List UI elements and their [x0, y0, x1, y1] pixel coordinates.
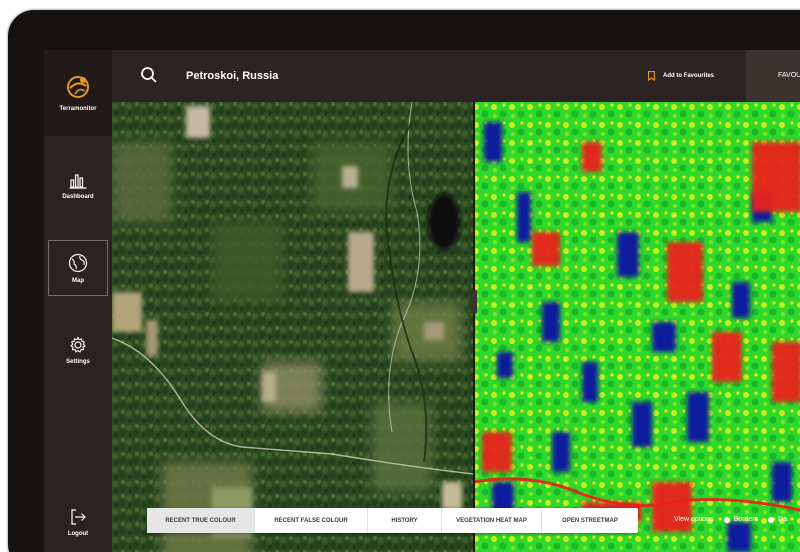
compare-slider-handle[interactable] — [471, 290, 477, 314]
app-screen: Terramonitor Dashboard Map Settings Logo… — [44, 50, 800, 552]
location-title: Petroskoi, Russia — [186, 70, 279, 82]
tab-vegetation-heat-map[interactable]: VEGETATION HEAT MAP — [442, 508, 542, 533]
laptop-bezel: Terramonitor Dashboard Map Settings Logo… — [8, 10, 800, 552]
globe-icon — [68, 253, 88, 272]
logout-icon — [71, 508, 86, 525]
sidebar-item-label: Logout — [67, 530, 89, 537]
tab-recent-true-colour[interactable]: RECENT TRUE COLOUR — [147, 508, 255, 533]
sidebar-item-dashboard[interactable]: Dashboard — [48, 158, 108, 214]
bookmark-icon — [648, 71, 655, 81]
compare-slider-line[interactable] — [473, 102, 475, 552]
tab-recent-false-colour[interactable]: RECENT FALSE COLOUR — [255, 508, 368, 533]
terramonitor-logo-icon — [67, 76, 89, 98]
brand[interactable]: Terramonitor — [44, 50, 112, 136]
sidebar-item-settings[interactable]: Settings — [48, 322, 108, 378]
map-view[interactable] — [112, 102, 800, 552]
gear-icon — [70, 335, 86, 353]
option-radio[interactable] — [768, 516, 775, 523]
borders-radio[interactable] — [723, 516, 730, 523]
sidebar: Terramonitor Dashboard Map Settings Logo… — [44, 50, 112, 552]
sidebar-item-label: Dashboard — [62, 193, 94, 200]
tab-open-streetmap[interactable]: OPEN STREETMAP — [542, 508, 638, 533]
vegetation-heat-layer — [473, 102, 800, 552]
view-options: View options Borders Da — [674, 516, 787, 523]
brand-name: Terramonitor — [59, 106, 97, 112]
search-icon[interactable] — [140, 66, 158, 84]
map-layer-tabs: RECENT TRUE COLOUR RECENT FALSE COLOUR H… — [147, 508, 638, 533]
sidebar-item-label: Map — [72, 277, 84, 284]
tab-history[interactable]: HISTORY — [368, 508, 442, 533]
sidebar-item-label: Settings — [66, 358, 90, 365]
option-borders-label[interactable]: Borders — [734, 516, 759, 523]
top-bar: Petroskoi, Russia Add to Favourites FAVO… — [112, 50, 800, 102]
view-options-label: View options — [674, 516, 714, 523]
sidebar-item-logout[interactable]: Logout — [48, 494, 108, 550]
bar-chart-icon — [69, 173, 87, 189]
favourites-tab[interactable]: FAVOURI — [746, 50, 800, 102]
favourite-label: Add to Favourites — [663, 73, 715, 79]
true-colour-layer — [112, 102, 475, 552]
map-canvas[interactable] — [112, 102, 800, 552]
add-to-favourites-button[interactable]: Add to Favourites — [648, 71, 714, 81]
sidebar-item-map[interactable]: Map — [48, 240, 108, 296]
option-da-label[interactable]: Da — [778, 516, 787, 523]
